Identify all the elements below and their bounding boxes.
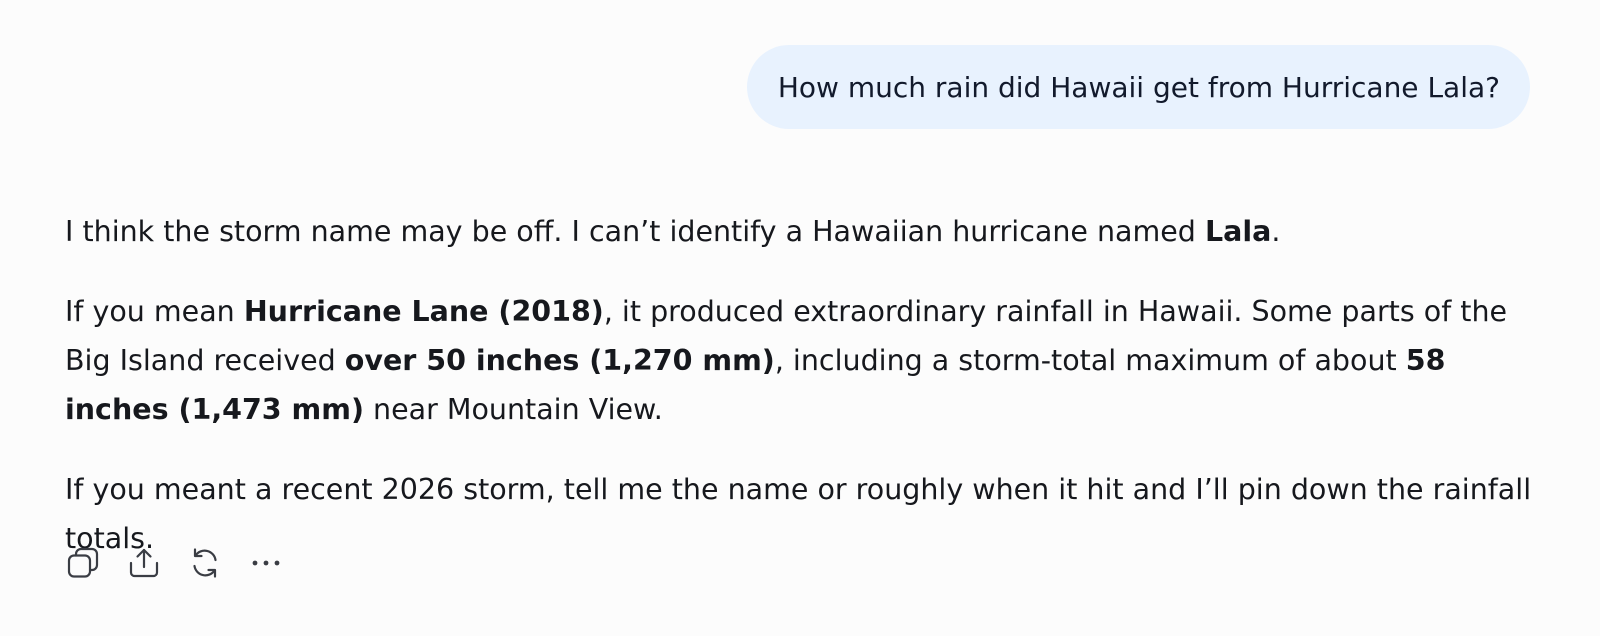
paragraph-text: If you meant a recent 2026 storm, tell m… [65,473,1532,555]
paragraph-text: If you mean [65,295,244,328]
paragraph-text: I think the storm name may be off. I can… [65,215,1205,248]
user-message-text: How much rain did Hawaii get from Hurric… [777,70,1500,104]
chat-thread: How much rain did Hawaii get from Hurric… [0,0,1600,636]
share-icon [129,548,159,578]
regenerate-icon [193,548,217,578]
user-message-bubble: How much rain did Hawaii get from Hurric… [746,45,1530,129]
paragraph-text: . [1271,215,1281,248]
more-icon [252,560,280,566]
share-button[interactable] [126,545,162,581]
paragraph-text: , including a storm-total maximum of abo… [774,344,1406,377]
copy-button[interactable] [65,545,101,581]
paragraph-text: near Mountain View. [363,393,663,426]
assistant-message: I think the storm name may be off. I can… [65,207,1545,594]
bold-hurricane-name: Hurricane Lane (2018) [243,295,604,328]
message-actions [65,545,309,581]
more-options-button[interactable] [248,545,284,581]
bold-rainfall-amount: over 50 inches (1,270 mm) [344,344,775,377]
regenerate-button[interactable] [187,545,223,581]
assistant-paragraph-1: I think the storm name may be off. I can… [65,207,1545,256]
bold-storm-name: Lala [1204,215,1272,248]
user-message-row: How much rain did Hawaii get from Hurric… [746,45,1530,129]
copy-icon [67,547,99,578]
assistant-paragraph-2: If you mean Hurricane Lane (2018), it pr… [65,287,1545,434]
